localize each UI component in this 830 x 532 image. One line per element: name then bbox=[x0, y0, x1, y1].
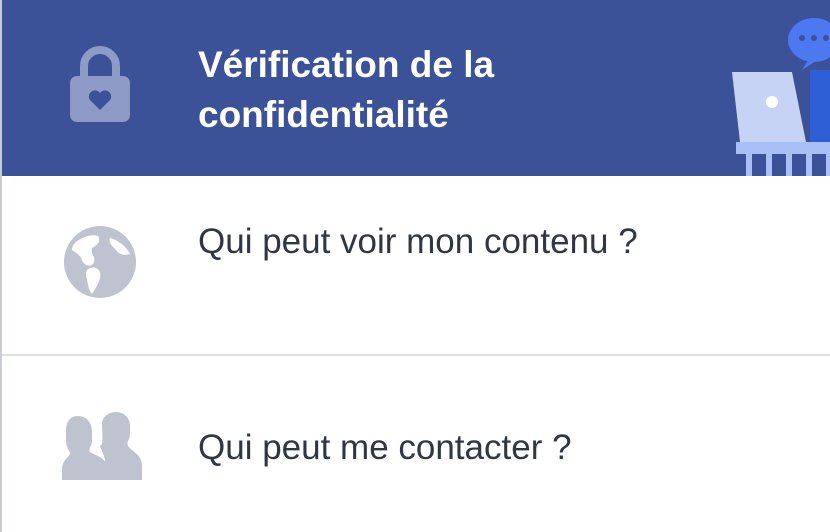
globe-icon bbox=[62, 224, 138, 300]
privacy-menu: Vérification de la confidentialité Qui p… bbox=[0, 0, 830, 532]
laptop-illustration bbox=[722, 0, 830, 176]
who-can-contact-item[interactable]: Qui peut me contacter ? bbox=[2, 354, 830, 532]
privacy-checkup-title: Vérification de la confidentialité bbox=[198, 44, 495, 135]
who-can-see-label: Qui peut voir mon contenu ? bbox=[198, 222, 638, 261]
privacy-checkup-item[interactable]: Vérification de la confidentialité bbox=[2, 0, 830, 176]
lock-heart-icon bbox=[68, 44, 132, 124]
who-can-contact-label: Qui peut me contacter ? bbox=[198, 428, 572, 467]
people-icon bbox=[62, 412, 142, 480]
who-can-see-item[interactable]: Qui peut voir mon contenu ? bbox=[2, 176, 830, 354]
